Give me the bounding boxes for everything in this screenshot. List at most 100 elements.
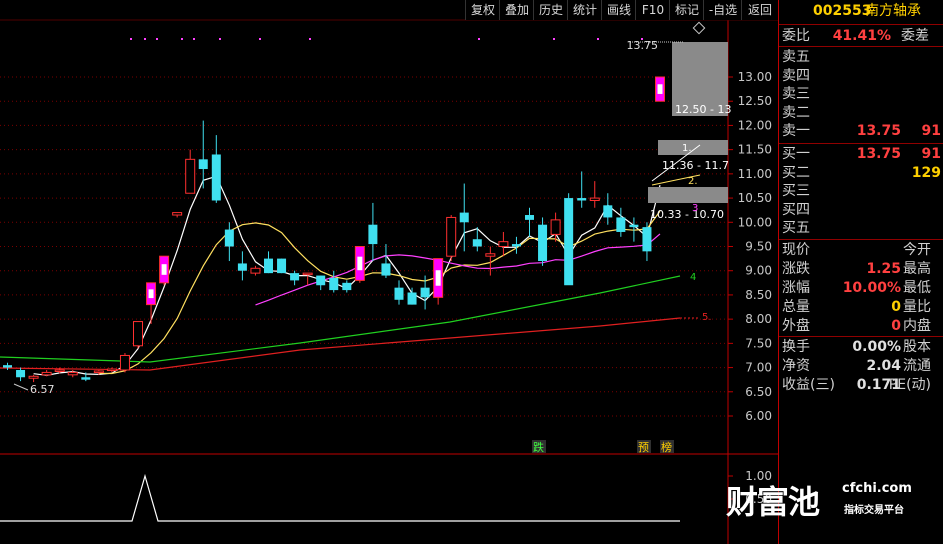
marker-dot-3 [181, 38, 183, 40]
ask-row-4: 卖四 [781, 67, 943, 85]
candle-body-21 [277, 258, 287, 274]
y-tick-label-0: 13.00 [738, 70, 772, 84]
candle-body-14 [185, 158, 196, 194]
candle-body-8 [106, 368, 117, 372]
marker-dot-1 [144, 38, 146, 40]
bid-row-3-label: 买三 [782, 183, 810, 199]
toolbar-button-0[interactable]: 复权 [465, 0, 500, 20]
candle-body-19 [250, 267, 261, 274]
label-box3: 10.33 - 10.70 [650, 208, 724, 221]
candle-body-7 [93, 370, 104, 373]
candle-body-48 [629, 224, 639, 228]
weibi-row: 委比 41.41% 委差 [781, 27, 943, 45]
candle-core-27 [357, 256, 363, 271]
candle-body-40 [525, 215, 534, 220]
fund-row-0-label2: 股本 [903, 339, 931, 355]
label-n4: 4 [690, 272, 696, 283]
toolbar-button-3[interactable]: 统计 [567, 0, 602, 20]
indicator-subchart: 1.000.50 [0, 469, 772, 522]
marker-dot-8 [478, 38, 480, 40]
bid-row-1-value: 13.75 [856, 146, 901, 162]
toolbar-button-8[interactable]: 返回 [741, 0, 778, 20]
label-box1: 12.50 - 13 [675, 103, 731, 116]
candle-body-49 [642, 227, 652, 252]
toolbar-button-2[interactable]: 历史 [533, 0, 568, 20]
marker-dot-2 [156, 38, 158, 40]
candle-body-26 [342, 282, 352, 291]
candle-body-15 [198, 159, 208, 170]
y-tick-label-3: 11.50 [738, 143, 772, 157]
indicator-line [0, 473, 680, 522]
candle-body-0 [3, 365, 12, 368]
fund-row-0-label: 换手 [782, 339, 810, 355]
cfchi-logo: 财富池 cfchi.com 指标交易平台 [724, 477, 939, 521]
y-tick-label-7: 9.50 [745, 240, 772, 254]
fund-row-1-value: 2.04 [866, 358, 901, 374]
candle-body-2 [28, 375, 39, 379]
stat-row-0-label2: 今开 [903, 242, 931, 258]
ask-row-3-label: 卖三 [782, 86, 810, 102]
bid-row-3: 买三 [781, 182, 943, 200]
marker-dot-5 [219, 38, 221, 40]
candle-body-30 [394, 287, 404, 300]
logo-site: cfchi.com [842, 481, 912, 496]
kline-chart[interactable]: 13.00 12.50 12.00 11.50 11.00 10.50 10.00 9.50 9… [0, 0, 778, 544]
candle-body-38 [498, 241, 509, 248]
candle-body-6 [81, 377, 91, 380]
marker-dot-10 [597, 38, 599, 40]
candle-body-36 [472, 239, 482, 247]
stat-row-4-label: 外盘 [782, 318, 810, 334]
candle-body-24 [316, 275, 326, 286]
candle-body-10 [133, 321, 143, 347]
y-tick-label-4: 11.00 [738, 167, 772, 181]
y-tick-label-5: 10.50 [738, 191, 772, 205]
candle-body-3 [41, 371, 52, 376]
candle-core-11 [148, 289, 154, 299]
toolbar-button-4[interactable]: 画线 [601, 0, 636, 20]
stat-row-0: 现价 今开 [781, 241, 943, 259]
fund-row-0-value: 0.00% [852, 339, 901, 355]
toolbar-button-1[interactable]: 叠加 [499, 0, 534, 20]
stat-row-4-value: 0 [891, 318, 901, 334]
marker-dot-0 [130, 38, 132, 40]
weicha-label: 委差 [901, 28, 929, 44]
stat-row-3-label: 总量 [782, 299, 810, 315]
fund-row-0: 换手 0.00% 股本 [781, 338, 943, 356]
ask-row-4-label: 卖四 [782, 67, 810, 84]
y-tick-label-14: 6.00 [745, 409, 772, 423]
ask-row-5: 卖五 [781, 48, 943, 66]
bid-row-1-label: 买一 [782, 146, 810, 162]
candle-body-32 [420, 287, 430, 298]
candle-body-18 [237, 263, 247, 271]
bid-row-2-label: 买二 [782, 164, 810, 181]
diamond-icon [692, 21, 706, 35]
y-tick-label-9: 8.50 [745, 288, 772, 302]
ask-row-5-label: 卖五 [782, 49, 810, 65]
fund-row-1: 净资 2.04 流通 [781, 357, 943, 375]
marker-dot-4 [193, 38, 195, 40]
stat-row-3-label2: 量比 [903, 299, 931, 315]
toolbar-button-5[interactable]: F10 [635, 0, 670, 20]
stock-code: 002553 [813, 3, 872, 19]
weibi-label: 委比 [782, 28, 810, 44]
ask-row-2-label: 卖二 [782, 104, 810, 121]
candle-body-29 [381, 263, 391, 276]
candle-core-50 [657, 84, 663, 94]
y-tick-label-12: 7.00 [745, 361, 772, 375]
candle-body-20 [264, 258, 273, 274]
candle-body-45 [589, 197, 600, 201]
ask-row-1: 卖一 13.75 91 [781, 122, 943, 140]
event-bang: 榜 [661, 440, 672, 454]
marker-dot-9 [553, 38, 555, 40]
candle-body-37 [485, 253, 496, 257]
bid-row-4: 买四 [781, 201, 943, 219]
stat-row-3-value: 0 [891, 299, 901, 315]
label-n3: 3 [692, 203, 698, 214]
toolbar-button-7[interactable]: -自选 [703, 0, 742, 20]
candle-core-12 [161, 264, 167, 275]
candle-body-42 [550, 219, 561, 235]
candle-body-5 [67, 371, 78, 376]
toolbar-button-6[interactable]: 标记 [669, 0, 704, 20]
quote-panel: 002553 南方轴承 委比 41.41% 委差 卖五 卖四 卖三 卖二 卖一 13.75… [778, 0, 943, 544]
stat-row-3: 总量 0 量比 [781, 298, 943, 316]
